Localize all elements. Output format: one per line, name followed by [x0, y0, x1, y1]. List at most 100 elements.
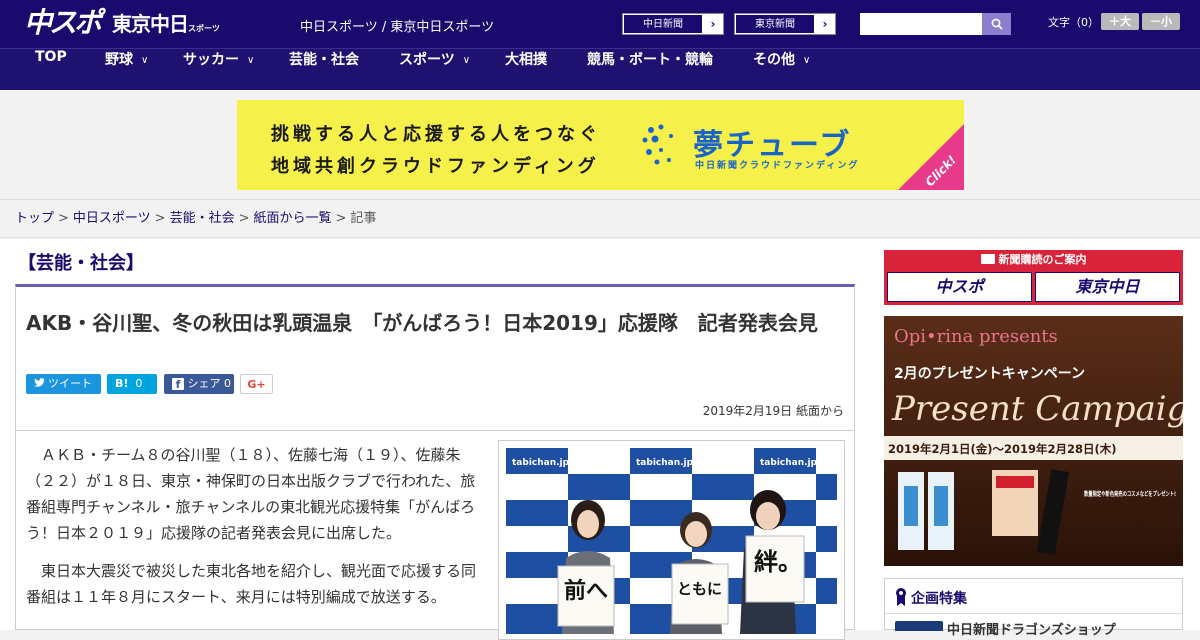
- photo-image: tabichan.jp tabichan.jp tabichan.jp 旅TAB…: [506, 448, 837, 634]
- dots-logo-icon: [642, 124, 673, 165]
- subscribe-tokyo-button[interactable]: 東京中日: [1035, 272, 1180, 302]
- logo-tokyo-chunichi[interactable]: 東京中日スポーツ: [112, 10, 220, 38]
- facebook-share-button[interactable]: f シェア 0: [164, 374, 234, 394]
- ad-brand: Opi•rina presents: [894, 326, 1058, 347]
- chevron-right-icon: ›: [710, 17, 716, 31]
- breadcrumb-separator: >: [58, 211, 69, 226]
- subscription-title: 新聞購読のご案内: [998, 253, 1087, 266]
- tokyo-shimbun-link-label: 東京新聞: [735, 14, 815, 34]
- category-title: 【芸能・社会】: [18, 253, 144, 274]
- breadcrumb-link[interactable]: 紙面から一覧: [254, 211, 332, 226]
- article-date: 2019年2月19日 紙面から: [702, 404, 844, 418]
- hatena-button[interactable]: B! 0: [107, 374, 157, 394]
- feature-item-link[interactable]: 中日新聞ドラゴンズショップ: [947, 619, 1116, 638]
- nav-item-label: サッカー: [183, 52, 239, 68]
- nav-item-label: 野球: [105, 52, 133, 68]
- nav-item-label: TOP: [35, 49, 67, 65]
- backdrop-text: tabichan.jp: [636, 458, 694, 468]
- gplus-button[interactable]: G+: [240, 374, 273, 394]
- breadcrumb-link[interactable]: 芸能・社会: [170, 211, 235, 226]
- breadcrumb: トップ > 中日スポーツ > 芸能・社会 > 紙面から一覧 > 記事: [0, 201, 1200, 238]
- ad-title: Present Campaign: [891, 389, 1183, 429]
- nav-item-label: 大相撲: [505, 52, 547, 68]
- newspaper-icon: [980, 254, 995, 264]
- nav-item-soccer[interactable]: サッカー ∨: [183, 49, 254, 91]
- twitter-icon: [34, 378, 45, 387]
- breadcrumb-link[interactable]: 中日スポーツ: [73, 211, 151, 226]
- search-button[interactable]: [982, 13, 1011, 35]
- search-input[interactable]: [860, 13, 982, 35]
- backdrop-brand: 旅TABI: [574, 482, 606, 494]
- nav-item-racing[interactable]: 競馬・ボート・競輪: [587, 49, 713, 91]
- board-text: 絆。: [754, 547, 802, 576]
- chevron-down-icon: ∨: [141, 55, 149, 66]
- nav-item-sumo[interactable]: 大相撲: [505, 49, 547, 91]
- tokyo-shimbun-link[interactable]: 東京新聞 ›: [734, 13, 836, 35]
- hatena-count: 0: [135, 377, 143, 390]
- banner-brand-sub: 中日新聞クラウドファンディング: [695, 161, 860, 171]
- chevron-down-icon: ∨: [462, 55, 471, 66]
- board-text: 前へ: [564, 578, 608, 604]
- chevron-down-icon: ∨: [803, 55, 811, 66]
- breadcrumb-separator: >: [154, 211, 166, 226]
- nav-item-label: 競馬・ボート・競輪: [587, 52, 713, 68]
- search-box: [860, 13, 1011, 35]
- ad-promo: 数量限定や新色発売のコスメなどをプレゼント!: [1084, 490, 1176, 498]
- ribbon-icon: [896, 588, 906, 606]
- nav-item-entertainment[interactable]: 芸能・社会: [289, 49, 359, 91]
- backdrop-brand: 旅TABI: [698, 482, 730, 494]
- breadcrumb-current: 記事: [350, 211, 377, 226]
- search-icon: [991, 18, 1003, 30]
- feature-title: 企画特集: [911, 591, 967, 607]
- ad-campaign: 2月のプレゼントキャンペーン: [894, 365, 1085, 382]
- feature-divider: [885, 613, 1182, 614]
- sidebar-ad[interactable]: Opi•rina presents 2月のプレゼントキャンペーン Present…: [884, 316, 1183, 566]
- article-divider: [15, 430, 855, 431]
- tweet-label: ツイート: [48, 377, 92, 390]
- subscribe-chuspo-button[interactable]: 中スポ: [887, 272, 1032, 302]
- hatena-icon: B!: [115, 377, 129, 390]
- ad-promo-text: 数量限定や新色発売のコスメなどをプレゼント!: [1084, 490, 1176, 498]
- nav-item-other[interactable]: その他 ∨: [753, 49, 810, 91]
- nav-item-label: 芸能・社会: [289, 52, 359, 68]
- chunichi-link-label: 中日新聞: [623, 14, 703, 34]
- facebook-icon: f: [172, 378, 184, 391]
- font-smaller-button[interactable]: －小: [1142, 13, 1180, 30]
- nav-item-baseball[interactable]: 野球 ∨: [105, 49, 148, 91]
- backdrop-text: tabichan.jp: [760, 458, 818, 468]
- logo-tokyo-text: 東京中日: [112, 12, 189, 36]
- article-headline: AKB・谷川聖、冬の秋田は乳頭温泉 「がんばろう！日本2019」応援隊 記者発表…: [26, 311, 818, 335]
- present-campaign-ad: Opi•rina presents 2月のプレゼントキャンペーン Present…: [884, 316, 1183, 566]
- nav-item-top[interactable]: TOP: [35, 49, 67, 91]
- banner-line-1: 挑戦する人と応援する人をつなぐ: [271, 124, 601, 145]
- nav-item-label: その他: [753, 52, 795, 68]
- press-conference-photo: tabichan.jp tabichan.jp tabichan.jp 旅TAB…: [506, 448, 837, 634]
- site-header: 中スポ 東京中日スポーツ 中日スポーツ / 東京中日スポーツ 中日新聞 › 東京…: [0, 0, 1200, 48]
- breadcrumb-link[interactable]: トップ: [15, 211, 54, 226]
- board-text: ともに: [677, 580, 722, 598]
- nav-item-label: スポーツ: [399, 52, 455, 68]
- tweet-button[interactable]: ツイート: [26, 374, 101, 394]
- font-bigger-button[interactable]: ＋大: [1101, 13, 1139, 30]
- main-nav: TOP 野球 ∨ サッカー ∨ 芸能・社会 スポーツ ∨ 大相撲 競馬・ボート・競輪 …: [0, 48, 1200, 90]
- crowdfunding-banner[interactable]: 挑戦する人と応援する人をつなぐ 地域共創クラウドファンディング 夢チューブ 中日…: [237, 100, 964, 190]
- backdrop-text: tabichan.jp: [512, 458, 570, 468]
- subscription-head: 新聞購読のご案内: [884, 250, 1183, 270]
- feature-box: 企画特集 中日新聞ドラゴンズショップ: [884, 578, 1183, 638]
- logo-chuspo[interactable]: 中スポ: [24, 6, 102, 40]
- chunichi-link[interactable]: 中日新聞 ›: [622, 13, 724, 35]
- article-photo[interactable]: tabichan.jp tabichan.jp tabichan.jp 旅TAB…: [498, 440, 845, 640]
- logo-tokyo-sub: スポーツ: [188, 24, 220, 33]
- article: AKB・谷川聖、冬の秋田は乳頭温泉 「がんばろう！日本2019」応援隊 記者発表…: [15, 284, 855, 640]
- facebook-share-label: シェア: [187, 377, 221, 390]
- banner-line-2: 地域共創クラウドファンディング: [271, 156, 600, 177]
- chevron-right-icon: ›: [822, 17, 828, 31]
- breadcrumb-separator: >: [335, 211, 347, 226]
- breadcrumb-separator: >: [238, 211, 250, 226]
- font-size-label: 文字（0）: [1048, 16, 1099, 29]
- article-paragraph: 東日本大震災で被災した東北各地を紹介し、観光面で応援する同番組は１１年８月にスタ…: [26, 562, 477, 606]
- nav-item-sports[interactable]: スポーツ ∨: [399, 49, 470, 91]
- ad-period: 2019年2月1日(金)～2019年2月28日(木): [888, 442, 1117, 456]
- site-name: 中日スポーツ / 東京中日スポーツ: [300, 20, 495, 35]
- article-body: ＡＫＢ・チーム８の谷川聖（１８）、佐藤七海（１９）、佐藤朱（２２）が１８日、東京…: [26, 442, 489, 622]
